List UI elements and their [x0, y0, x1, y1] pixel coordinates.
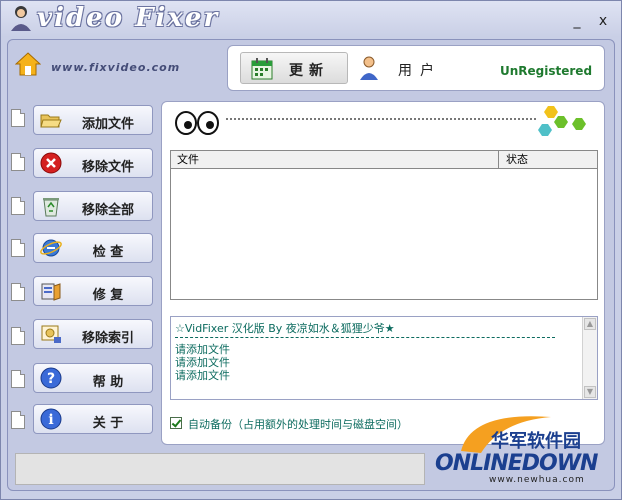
help-label: 帮 助 — [92, 375, 124, 390]
document-icon — [11, 411, 25, 429]
document-icon — [11, 109, 25, 127]
title-bar[interactable]: video Fixer _ x — [1, 1, 621, 37]
app-window: video Fixer _ x www.fixvideo.com 更新 用户 U… — [0, 0, 622, 500]
remove-file-button[interactable]: 移除文件 — [33, 148, 153, 178]
remove-all-button[interactable]: 移除全部 — [33, 191, 153, 221]
remove-all-label: 移除全部 — [81, 203, 134, 218]
about-button[interactable]: i 关 于 — [33, 404, 153, 434]
remove-index-button[interactable]: 移除索引 — [33, 319, 153, 349]
repair-button[interactable]: 修 复 — [33, 276, 153, 306]
watermark: 华军软件园 ONLINEDOWN www.newhua.com — [431, 411, 611, 491]
watermark-url: www.newhua.com — [489, 475, 585, 485]
file-list[interactable]: 文件 状态 — [170, 150, 598, 300]
watermark-cn: 华军软件园 — [491, 431, 581, 452]
update-label: 更新 — [289, 63, 329, 79]
minimize-button[interactable]: _ — [569, 13, 585, 29]
main-panel: 文件 状态 ☆VidFixer 汉化版 By 夜凉如水＆狐狸少爷★ 请添加文件 … — [161, 101, 605, 445]
recycle-bin-icon — [43, 198, 59, 217]
status-bar — [15, 453, 425, 485]
document-icon — [11, 370, 25, 388]
remove-index-label: 移除索引 — [81, 331, 134, 346]
document-icon — [11, 283, 25, 301]
registration-status: UnRegistered — [500, 64, 593, 78]
column-header-file[interactable]: 文件 — [171, 151, 499, 168]
user-logo-icon — [11, 6, 31, 31]
log-scrollbar[interactable]: ▲ ▼ — [582, 317, 597, 399]
about-label: 关 于 — [92, 416, 124, 431]
document-icon — [11, 327, 25, 345]
log-line: 请添加文件 — [175, 356, 230, 369]
scroll-down-icon[interactable]: ▼ — [584, 386, 596, 398]
svg-text:i: i — [48, 412, 53, 428]
info-icon: i — [40, 408, 62, 430]
ie-globe-icon — [40, 239, 62, 257]
hexagon-decoration — [538, 106, 586, 136]
top-panel: 更新 用户 UnRegistered — [227, 45, 605, 91]
repair-tools-icon — [41, 283, 61, 301]
check-label: 检 查 — [92, 245, 124, 260]
dotted-divider — [226, 118, 536, 120]
app-title: video Fixer — [37, 3, 220, 33]
close-button[interactable]: x — [595, 13, 611, 29]
log-line: 请添加文件 — [175, 343, 230, 356]
auto-backup-checkbox[interactable] — [170, 417, 182, 429]
document-icon — [11, 239, 25, 257]
index-remove-icon — [41, 325, 61, 343]
watermark-en: ONLINEDOWN — [435, 451, 598, 476]
column-header-status[interactable]: 状态 — [500, 151, 597, 168]
eyes-icon — [175, 111, 219, 135]
add-file-button[interactable]: 添加文件 — [33, 105, 153, 135]
scroll-up-icon[interactable]: ▲ — [584, 318, 596, 330]
log-separator — [175, 337, 555, 338]
file-list-header: 文件 状态 — [171, 151, 597, 169]
log-line: 请添加文件 — [175, 369, 230, 382]
update-button[interactable]: 更新 — [240, 52, 348, 84]
calendar-update-icon — [251, 58, 273, 80]
log-title: ☆VidFixer 汉化版 By 夜凉如水＆狐狸少爷★ — [175, 322, 395, 335]
user-button[interactable]: 用户 — [398, 60, 442, 80]
folder-open-icon — [40, 114, 62, 128]
document-icon — [11, 153, 25, 171]
help-button[interactable]: ? 帮 助 — [33, 363, 153, 393]
website-url[interactable]: www.fixvideo.com — [51, 61, 180, 74]
log-lines: 请添加文件 请添加文件 请添加文件 — [175, 343, 230, 382]
document-icon — [11, 197, 25, 215]
check-button[interactable]: 检 查 — [33, 233, 153, 263]
auto-backup-label: 自动备份（占用额外的处理时间与磁盘空间） — [188, 418, 408, 431]
home-icon[interactable] — [15, 51, 41, 77]
remove-file-label: 移除文件 — [81, 160, 134, 175]
help-icon: ? — [40, 367, 62, 389]
svg-text:?: ? — [47, 371, 55, 387]
user-icon[interactable] — [358, 56, 380, 80]
add-file-label: 添加文件 — [81, 117, 134, 132]
repair-label: 修 复 — [92, 288, 124, 303]
red-x-icon — [40, 152, 62, 174]
log-box[interactable]: ☆VidFixer 汉化版 By 夜凉如水＆狐狸少爷★ 请添加文件 请添加文件 … — [170, 316, 598, 400]
